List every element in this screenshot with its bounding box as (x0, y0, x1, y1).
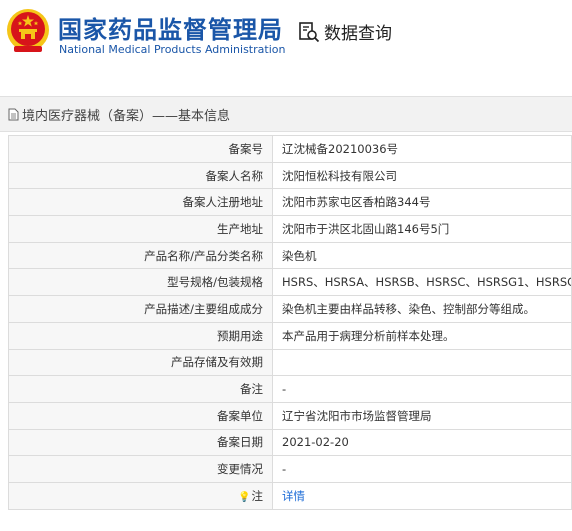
row-value: 2021-02-20 (272, 428, 572, 457)
row-label: 备案日期 (8, 428, 273, 457)
table-row: 备案日期 2021-02-20 (8, 428, 572, 457)
row-label: 备案人注册地址 (8, 188, 273, 217)
row-value: - (272, 375, 572, 403)
row-value: 沈阳市苏家屯区香柏路344号 (272, 188, 572, 217)
table-row: 💡注 详情 (8, 481, 572, 510)
table-row: 备案人注册地址 沈阳市苏家屯区香柏路344号 (8, 188, 572, 217)
row-value: 染色机 (272, 241, 572, 270)
table-row: 备案单位 辽宁省沈阳市市场监督管理局 (8, 401, 572, 430)
row-value: 沈阳市于洪区北固山路146号5门 (272, 215, 572, 243)
table-row: 备案号 辽沈械备20210036号 (8, 135, 572, 163)
data-query-link[interactable]: 数据查询 (298, 19, 392, 44)
row-value: 辽沈械备20210036号 (272, 135, 572, 163)
row-value (272, 348, 572, 377)
row-value: - (272, 455, 572, 483)
row-label: 产品描述/主要组成成分 (8, 295, 273, 323)
org-name-cn: 国家药品监督管理局 (58, 16, 283, 44)
site-header: 国家药品监督管理局 National Medical Products Admi… (0, 0, 572, 80)
table-row: 备注 - (8, 375, 572, 403)
table-row: 型号规格/包装规格 HSRS、HSRSA、HSRSB、HSRSC、HSRSG1、H… (8, 268, 572, 297)
table-row: 预期用途 本产品用于病理分析前样本处理。 (8, 321, 572, 350)
row-label: 生产地址 (8, 215, 273, 243)
breadcrumb-text: 境内医疗器械（备案）——基本信息 (22, 108, 231, 124)
details-link[interactable]: 详情 (282, 489, 305, 503)
row-label: 预期用途 (8, 321, 273, 350)
row-value: 详情 (272, 481, 572, 510)
row-value: 沈阳恒松科技有限公司 (272, 161, 572, 190)
breadcrumb: 境内医疗器械（备案）——基本信息 (0, 96, 572, 132)
table-row: 产品描述/主要组成成分 染色机主要由样品转移、染色、控制部分等组成。 (8, 295, 572, 323)
table-row: 产品名称/产品分类名称 染色机 (8, 241, 572, 270)
document-search-icon (299, 21, 320, 42)
row-label: 型号规格/包装规格 (8, 268, 273, 297)
record-detail-table: 备案号 辽沈械备20210036号 备案人名称 沈阳恒松科技有限公司 备案人注册地址… (8, 135, 572, 510)
row-value: 本产品用于病理分析前样本处理。 (272, 321, 572, 350)
row-label: 备案号 (8, 135, 273, 163)
row-value: 辽宁省沈阳市市场监督管理局 (272, 401, 572, 430)
national-emblem-icon (7, 9, 49, 52)
row-value: 染色机主要由样品转移、染色、控制部分等组成。 (272, 295, 572, 323)
table-row: 变更情况 - (8, 455, 572, 483)
row-label-note: 💡注 (8, 481, 273, 510)
row-label: 备注 (8, 375, 273, 403)
document-icon (8, 108, 19, 120)
org-name-en: National Medical Products Administration (59, 43, 286, 56)
row-label: 备案单位 (8, 401, 273, 430)
row-label: 产品存储及有效期 (8, 348, 273, 377)
data-query-label: 数据查询 (324, 24, 392, 44)
row-label: 备案人名称 (8, 161, 273, 190)
table-row: 产品存储及有效期 (8, 348, 572, 377)
row-label: 变更情况 (8, 455, 273, 483)
lightbulb-icon: 💡 (238, 491, 251, 503)
table-row: 备案人名称 沈阳恒松科技有限公司 (8, 161, 572, 190)
row-value: HSRS、HSRSA、HSRSB、HSRSC、HSRSG1、HSRSG2 (272, 268, 572, 297)
table-row: 生产地址 沈阳市于洪区北固山路146号5门 (8, 215, 572, 243)
note-label: 注 (251, 488, 264, 503)
row-label: 产品名称/产品分类名称 (8, 241, 273, 270)
